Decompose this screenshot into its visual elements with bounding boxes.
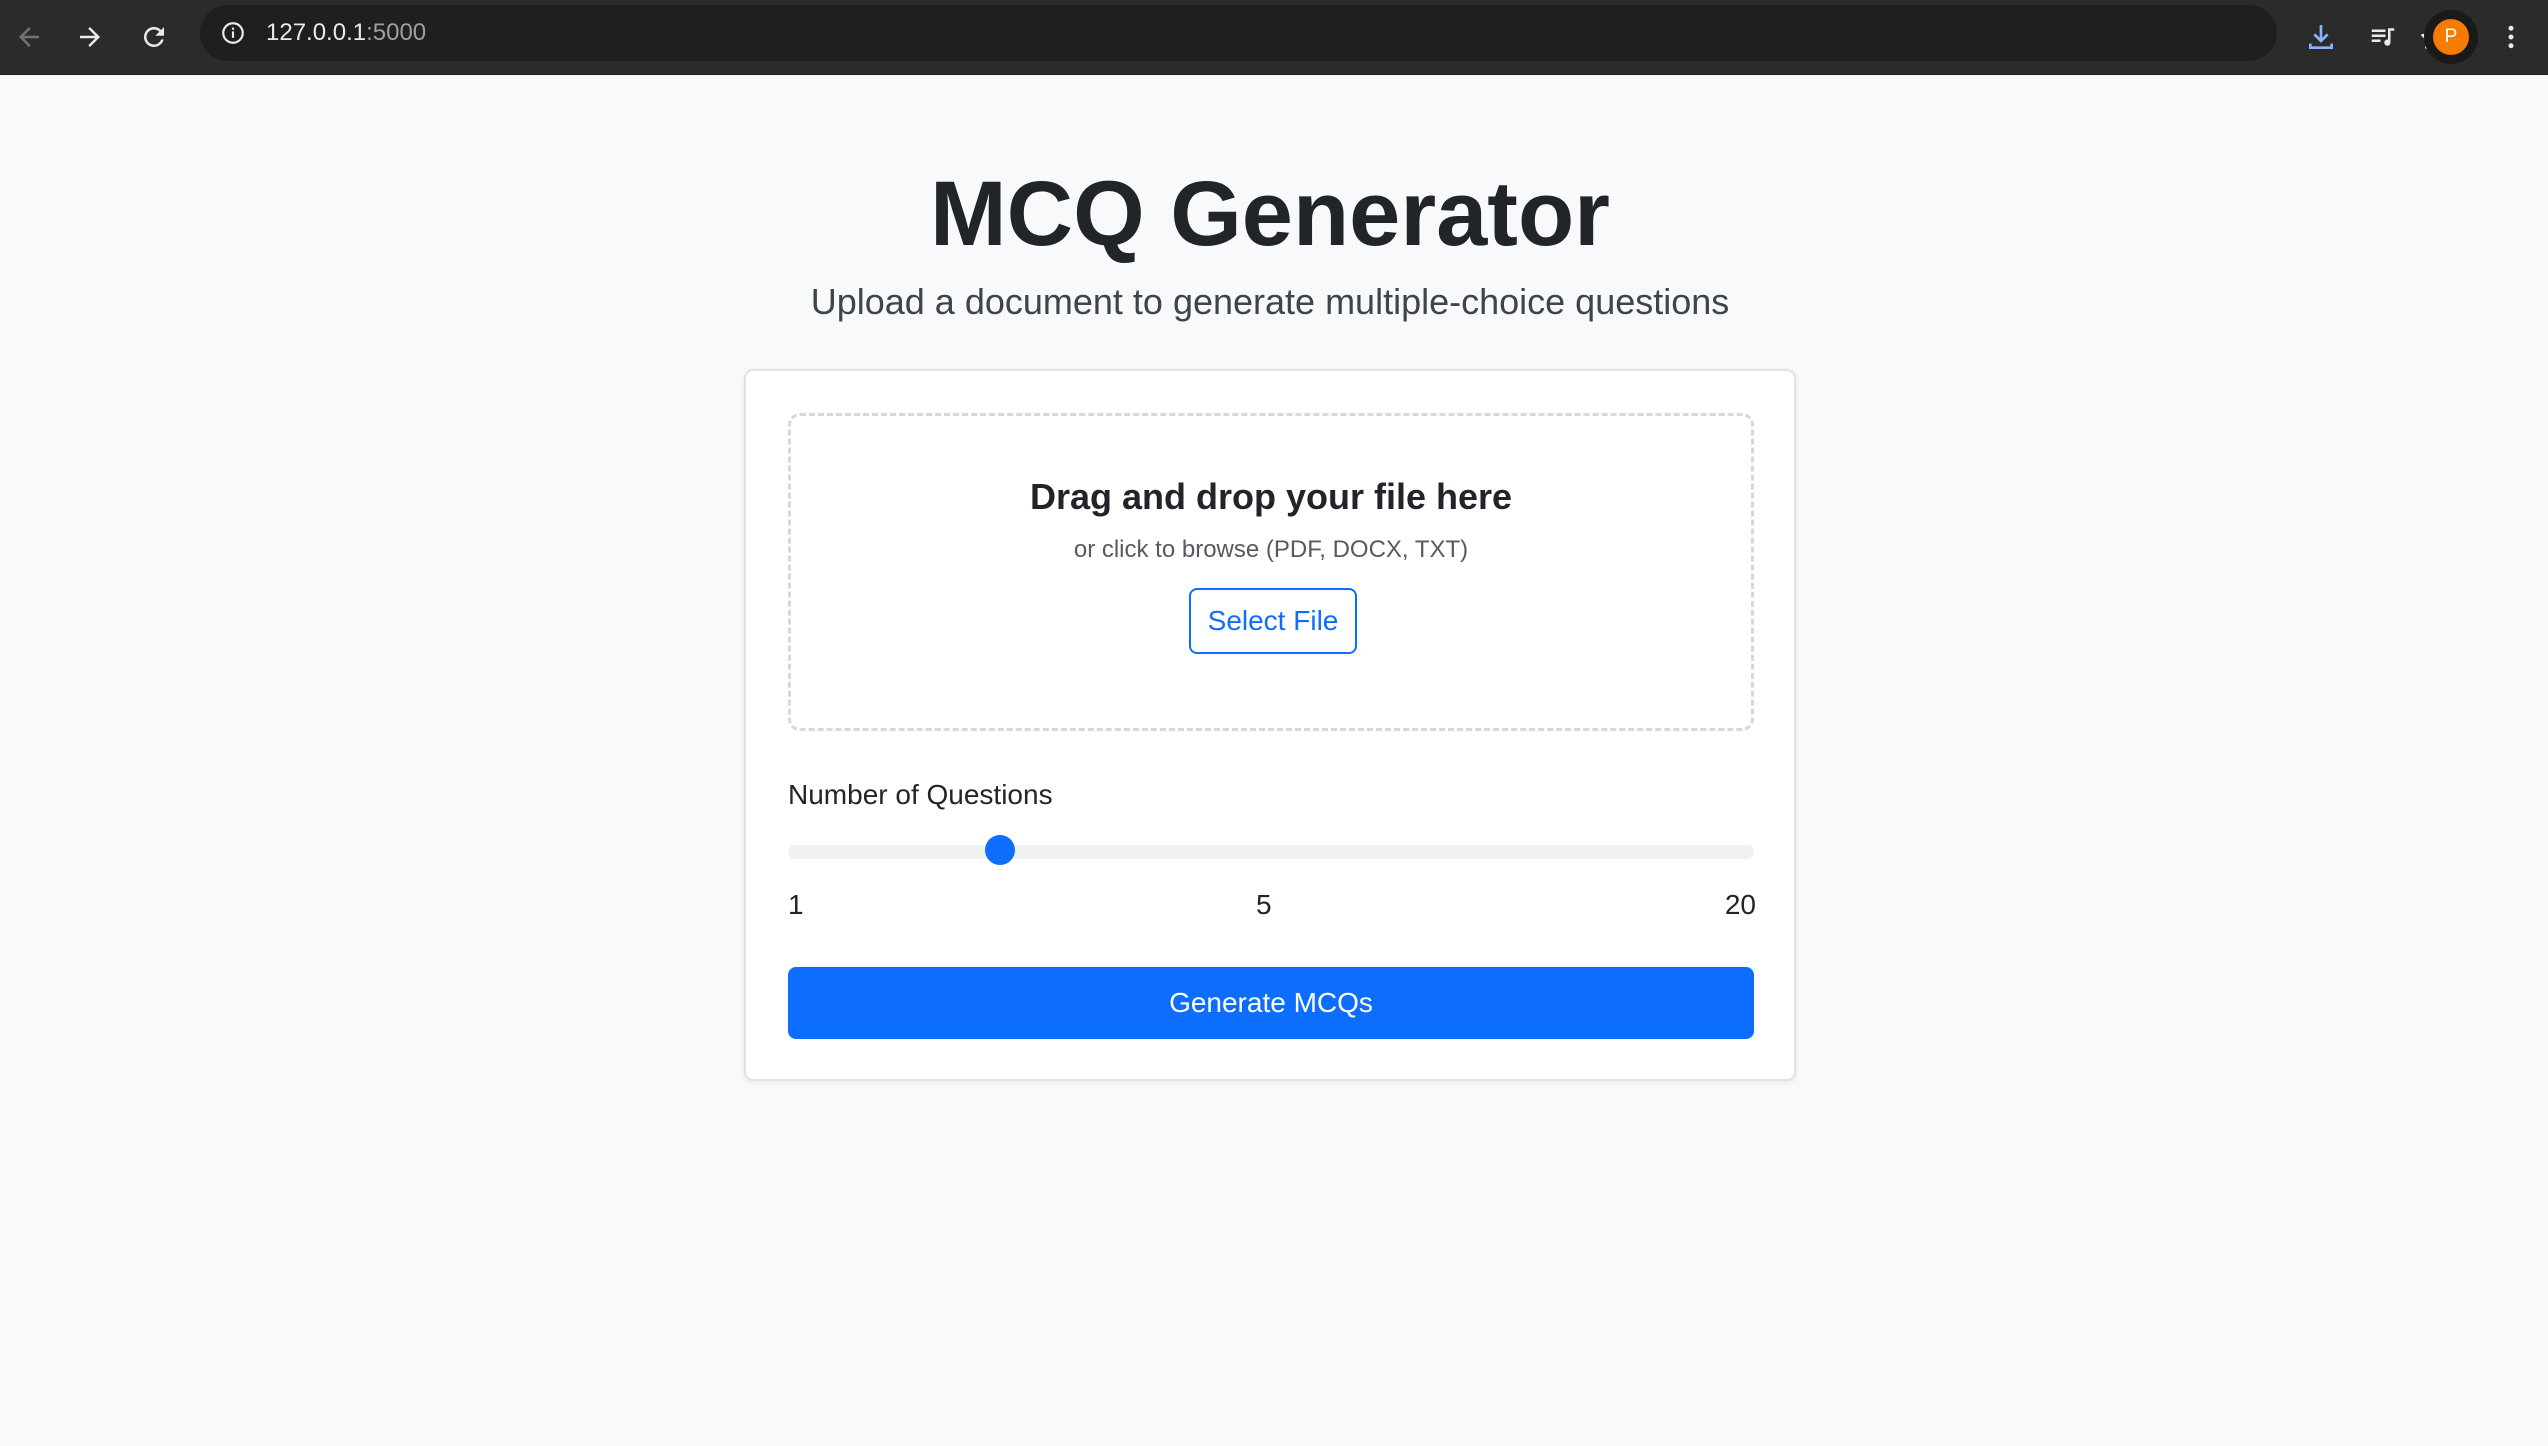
queue-music-icon xyxy=(2371,28,2395,46)
dropzone-title: Drag and drop your file here xyxy=(1029,476,1513,517)
page-title: MCQ Generator xyxy=(930,163,1610,265)
address-bar[interactable]: 127.0.0.1:5000 xyxy=(200,5,2445,61)
arrow-right-icon xyxy=(80,27,100,47)
browser-toolbar: 127.0.0.1:5000 P xyxy=(0,0,2548,75)
arrow-left-icon xyxy=(19,27,39,47)
slider-value-label: 5 xyxy=(1256,889,1272,920)
questions-label: Number of Questions xyxy=(788,779,1053,810)
browser-menu-button[interactable] xyxy=(2486,12,2536,62)
url-text: 127.0.0.1:5000 xyxy=(266,5,426,61)
questions-slider-track[interactable] xyxy=(788,845,1754,859)
back-button[interactable] xyxy=(6,14,52,60)
forward-button[interactable] xyxy=(67,14,113,60)
url-host: 127.0.0.1 xyxy=(266,19,367,46)
reload-icon xyxy=(144,27,164,47)
download-icon xyxy=(2309,25,2333,49)
downloads-button[interactable] xyxy=(2296,12,2346,62)
more-vert-icon xyxy=(2508,25,2514,49)
avatar-initial: P xyxy=(2433,19,2469,55)
file-dropzone[interactable]: Drag and drop your file here or click to… xyxy=(788,413,1754,731)
dropzone-subtitle: or click to browse (PDF, DOCX, TXT) xyxy=(1073,536,1469,563)
info-icon xyxy=(222,22,244,44)
upload-card: Drag and drop your file here or click to… xyxy=(744,369,1796,1081)
profile-avatar[interactable]: P xyxy=(2424,10,2478,64)
questions-slider-thumb[interactable] xyxy=(985,835,1016,865)
select-file-button[interactable]: Select File xyxy=(1189,588,1357,654)
generate-mcqs-button[interactable]: Generate MCQs xyxy=(788,967,1754,1039)
reload-button[interactable] xyxy=(131,14,177,60)
slider-max-label: 20 xyxy=(1724,889,1756,920)
url-port: :5000 xyxy=(366,19,427,46)
slider-min-label: 1 xyxy=(788,889,804,920)
page-subtitle: Upload a document to generate multiple-c… xyxy=(810,281,1730,322)
media-controls-button[interactable] xyxy=(2358,12,2408,62)
site-info-button[interactable] xyxy=(214,14,252,52)
